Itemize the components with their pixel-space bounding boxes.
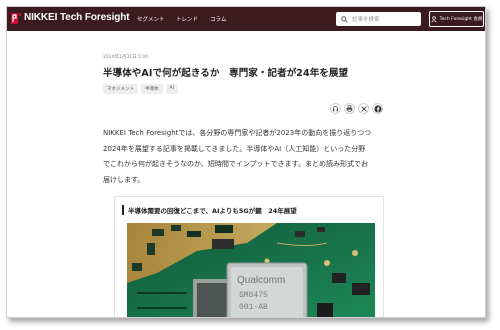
card-accent-bar <box>122 205 124 215</box>
search-icon <box>341 15 348 23</box>
chip-text-code: 001-AB <box>239 303 268 312</box>
tag-semiconductor[interactable]: 半導体 <box>141 84 163 94</box>
x-icon[interactable] <box>358 103 369 114</box>
body-line: でこれから何が起きそうなのか、短時間でインプットできます。まとめ読み形式でお <box>103 160 368 168</box>
body-line: NIKKEI Tech Foresightでは、各分野の専門家や記者が2023年… <box>103 129 372 137</box>
nav-item-column[interactable]: コラム <box>210 15 226 23</box>
chip-text-model: SM8475 <box>239 291 268 300</box>
site-header: NIKKEI Tech Foresight セグメント トレンド コラム 記事を… <box>7 7 485 31</box>
article-body: NIKKEI Tech Foresightでは、各分野の専門家や記者が2023年… <box>103 126 393 188</box>
tag-list: マネジメント 半導体 AI <box>103 84 178 94</box>
tag-management[interactable]: マネジメント <box>103 84 138 94</box>
chip-board-image[interactable]: Qualcomm SM8475 001-AB <box>127 223 375 317</box>
article-date: 2024年1月31日 5:00 <box>103 55 149 60</box>
search-placeholder: 記事を検索 <box>352 17 380 23</box>
related-article-card[interactable]: 半導体需要の回復どこまで、AIよりも5Gが鍵 24年展望 Qualcomm SM… <box>114 196 384 317</box>
article-title: 半導体やAIで何が起きるか 専門家・記者が24年を展望 <box>103 68 349 79</box>
chip-text-brand: Qualcomm <box>237 275 285 286</box>
site-brand[interactable]: NIKKEI Tech Foresight <box>24 12 130 23</box>
body-line: 届けします。 <box>103 175 145 184</box>
member-button[interactable]: Tech Foresight 会員 <box>429 11 484 27</box>
search-input[interactable]: 記事を検索 <box>336 12 421 26</box>
card-title[interactable]: 半導体需要の回復どこまで、AIよりも5Gが鍵 24年展望 <box>128 205 297 215</box>
nav-item-trend[interactable]: トレンド <box>176 15 198 23</box>
tag-ai[interactable]: AI <box>165 84 178 94</box>
body-line: 2024年を展望する記事を掲載してきました。半導体やAI（人工知能）といった分野 <box>103 144 366 153</box>
nav-item-segment[interactable]: セグメント <box>137 15 165 23</box>
browser-frame: NIKKEI Tech Foresight セグメント トレンド コラム 記事を… <box>6 6 486 318</box>
facebook-icon[interactable] <box>372 103 383 114</box>
print-icon[interactable] <box>344 103 355 114</box>
user-icon <box>430 15 437 22</box>
headphones-icon[interactable] <box>330 103 341 114</box>
member-button-label: Tech Foresight 会員 <box>439 17 483 22</box>
share-bar <box>330 103 383 114</box>
nikkei-logo-icon[interactable] <box>11 13 21 24</box>
